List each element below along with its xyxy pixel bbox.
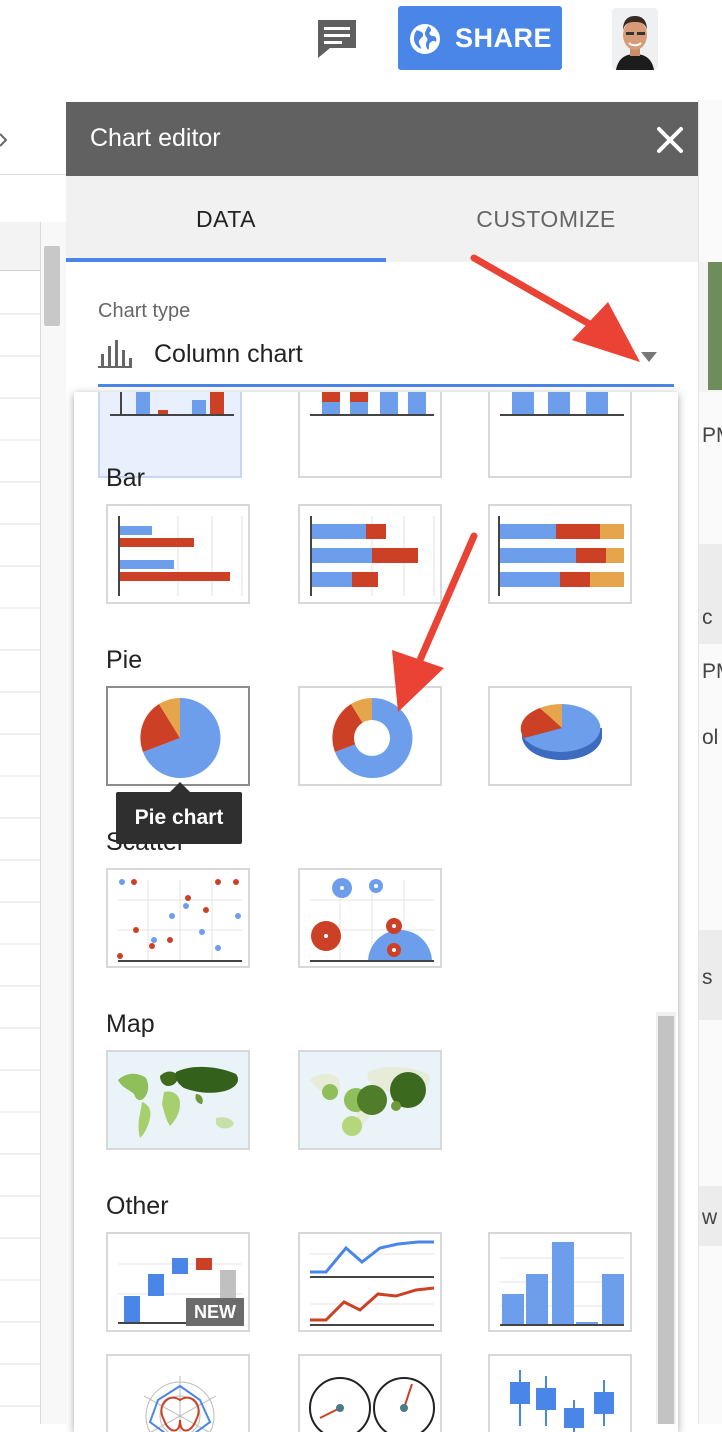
scatter-chart-option[interactable]: [106, 868, 250, 968]
donut-chart-option[interactable]: [298, 686, 442, 786]
line-chart-icon: [310, 1240, 435, 1326]
column-chart-icon: [110, 392, 234, 416]
scatter-chart-icon: [117, 879, 242, 962]
histogram-chart-option[interactable]: [488, 1232, 632, 1332]
background-text: ol: [702, 726, 719, 749]
comments-button[interactable]: [312, 14, 362, 60]
geo-map-icon: [118, 1066, 239, 1138]
histogram-chart-icon: [500, 1242, 624, 1326]
percent-bar-chart-option[interactable]: [488, 504, 632, 604]
background-text: PM: [702, 660, 722, 683]
sheet-scrollbar-thumb[interactable]: [44, 246, 60, 326]
geo-bubble-map-icon: [310, 1066, 431, 1136]
pie-chart-option[interactable]: [106, 686, 250, 786]
percent-bar-chart-icon: [498, 516, 624, 596]
background-image-strip: [708, 262, 722, 390]
tab-customize[interactable]: CUSTOMIZE: [386, 176, 706, 262]
tooltip-pointer: [170, 782, 190, 792]
chevron-right-icon: [0, 133, 8, 147]
dropdown-scrollbar-thumb[interactable]: [658, 1016, 674, 1424]
pie-chart-tooltip: Pie chart: [116, 792, 242, 844]
section-label-other: Other: [106, 1192, 169, 1220]
section-label-map: Map: [106, 1010, 155, 1038]
stacked-bar-chart-option[interactable]: [298, 504, 442, 604]
stacked-bar-chart-icon: [310, 516, 435, 596]
dropdown-arrow-icon[interactable]: [640, 350, 658, 368]
chart-type-label: Chart type: [98, 300, 191, 322]
3d-pie-chart-option[interactable]: [488, 686, 632, 786]
section-label-bar: Bar: [106, 464, 145, 492]
stacked-column-chart-icon: [310, 392, 434, 416]
geo-chart-option[interactable]: [106, 1050, 250, 1150]
pie-chart-icon: [140, 697, 221, 778]
background-text: s: [702, 966, 713, 989]
spreadsheet-rows: [0, 270, 40, 1424]
gauge-chart-icon: [309, 1377, 435, 1432]
user-photo: [612, 8, 658, 70]
bubble-chart-icon: [310, 878, 434, 962]
chart-type-dropdown: Bar Pie Map Other NEW: [74, 392, 678, 1432]
share-button[interactable]: SHARE: [398, 6, 562, 70]
percent-column-chart-icon: [500, 392, 624, 416]
bar-chart-icon: [118, 516, 243, 596]
candlestick-chart-option[interactable]: [488, 1354, 632, 1432]
new-badge: NEW: [186, 1298, 244, 1326]
comment-icon: [318, 20, 356, 58]
geo-bubble-chart-option[interactable]: [298, 1050, 442, 1150]
section-label-pie: Pie: [106, 646, 143, 674]
sheet-scrollbar-track[interactable]: [40, 222, 67, 1424]
chart-type-value: Column chart: [154, 340, 303, 368]
column-chart-icon: [98, 340, 132, 375]
radar-chart-option[interactable]: [106, 1354, 250, 1432]
background-text: c: [702, 606, 713, 629]
donut-chart-icon: [332, 697, 413, 778]
user-avatar[interactable]: [612, 8, 658, 70]
close-icon: [657, 127, 683, 153]
bar-chart-option[interactable]: [106, 504, 250, 604]
tab-data[interactable]: DATA: [66, 176, 386, 262]
percent-column-chart-option[interactable]: [488, 392, 632, 478]
globe-icon: [410, 24, 440, 54]
line-chart-option[interactable]: [298, 1232, 442, 1332]
candlestick-chart-icon: [510, 1370, 614, 1432]
chart-editor-title: Chart editor: [90, 124, 221, 152]
close-button[interactable]: [650, 120, 690, 160]
share-label: SHARE: [455, 23, 553, 53]
stacked-column-chart-option[interactable]: [298, 392, 442, 478]
gauge-chart-option[interactable]: [298, 1354, 442, 1432]
radar-chart-icon: [143, 1376, 217, 1432]
3d-pie-chart-icon: [520, 704, 602, 760]
bubble-chart-option[interactable]: [298, 868, 442, 968]
background-text: w: [702, 1206, 718, 1229]
background-text: PM: [702, 424, 722, 447]
